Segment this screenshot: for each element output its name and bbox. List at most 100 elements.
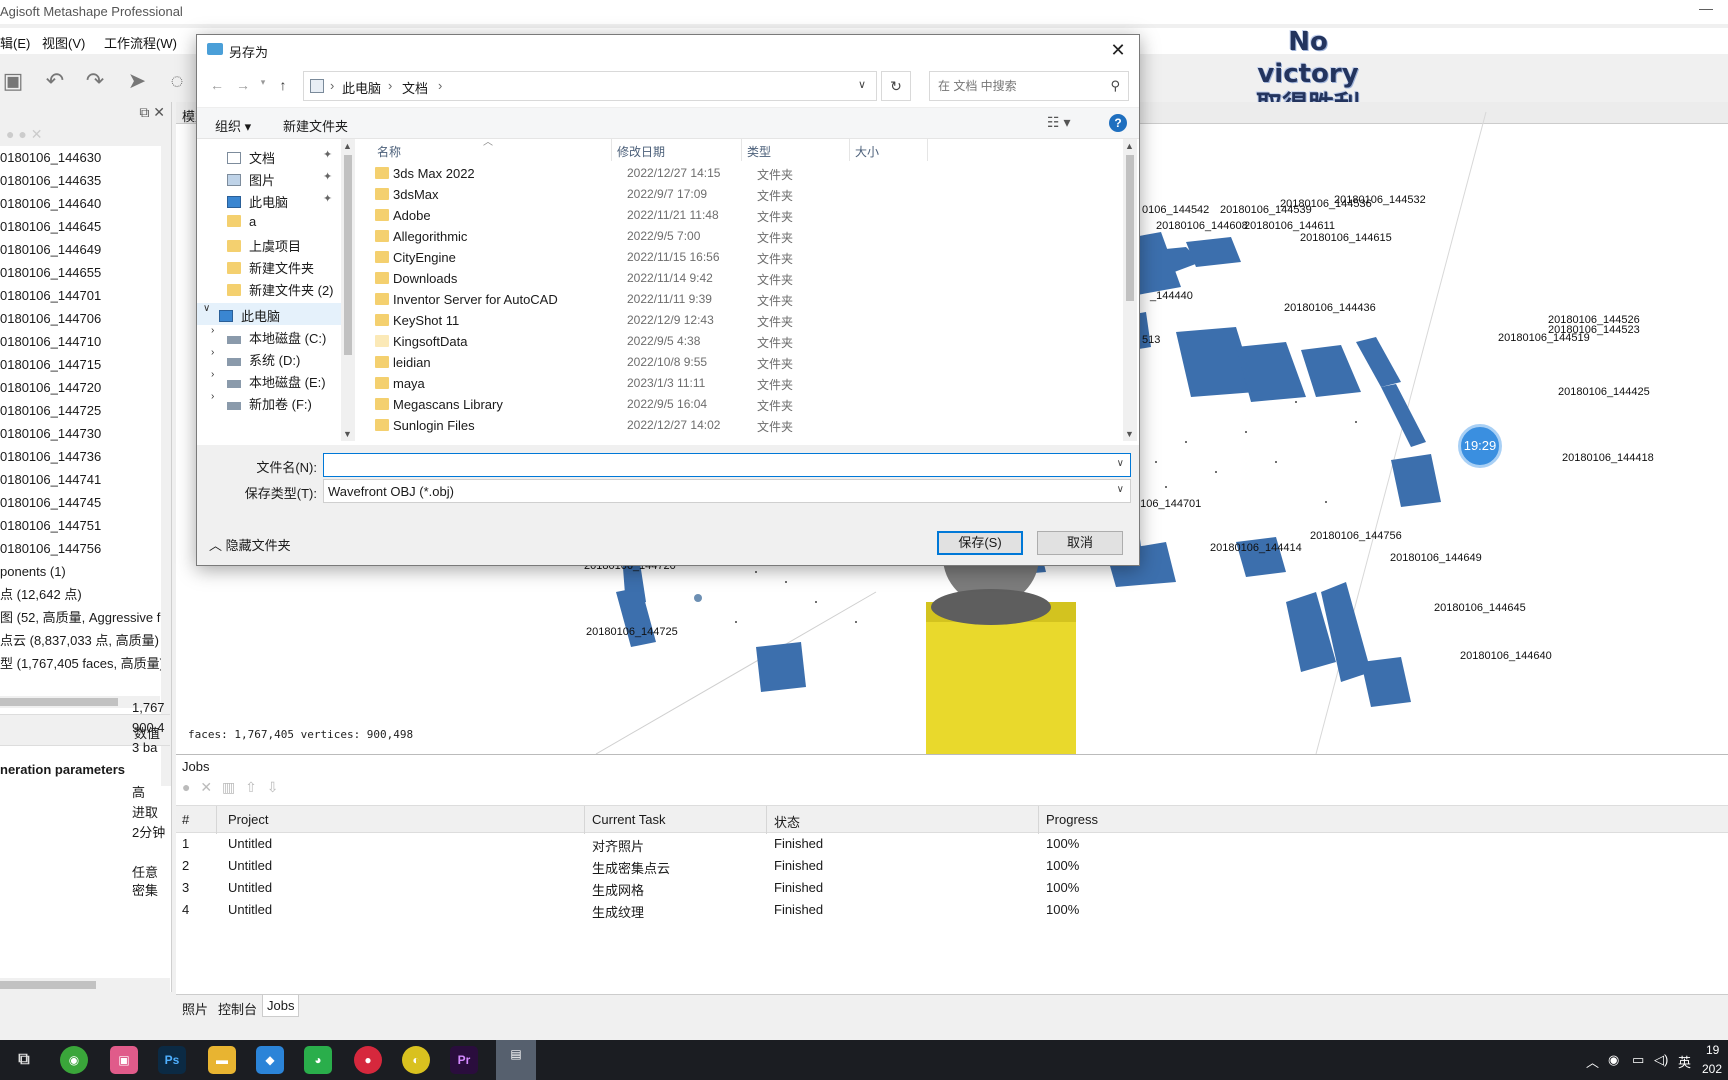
nav-item[interactable]: 文档 ✦ (197, 145, 341, 167)
organize-button[interactable]: 组织 ▾ (215, 116, 251, 135)
workspace-item[interactable]: 0180106_144645 (0, 215, 171, 238)
workspace-item[interactable]: 0180106_144736 (0, 445, 171, 468)
new-folder-button[interactable]: 新建文件夹 (283, 116, 348, 135)
file-row[interactable]: Allegorithmic 2022/9/5 7:00 文件夹 (355, 226, 1123, 247)
nav-item[interactable]: ∨ 此电脑 (197, 303, 341, 325)
clock-bubble[interactable]: 19:29 (1458, 424, 1502, 468)
workspace-item[interactable]: 0180106_144745 (0, 491, 171, 514)
file-row[interactable]: 3dsMax 2022/9/7 17:09 文件夹 (355, 184, 1123, 205)
col-status[interactable]: 状态 (774, 812, 800, 831)
table-row[interactable]: 1 Untitled 对齐照片 Finished 100% (176, 833, 1728, 855)
scroll-down-icon[interactable]: ▼ (1125, 429, 1134, 439)
chevron-down-icon[interactable]: ∨ (1117, 484, 1124, 495)
nav-item[interactable]: › 系统 (D:) (197, 347, 341, 369)
hide-folders-toggle[interactable]: ︿ 隐藏文件夹 (209, 535, 291, 554)
table-row[interactable]: 4 Untitled 生成纹理 Finished 100% (176, 899, 1728, 921)
redo-icon[interactable]: ↷ (82, 68, 108, 94)
close-icon[interactable]: ✕ (1103, 37, 1133, 63)
file-explorer-icon[interactable]: ▬ (208, 1046, 236, 1074)
scroll-down-icon[interactable]: ▼ (343, 429, 352, 439)
file-row[interactable]: Sunlogin Files 2022/12/27 14:02 文件夹 (355, 415, 1123, 436)
file-row[interactable]: Downloads 2022/11/14 9:42 文件夹 (355, 268, 1123, 289)
metashape-taskbar-icon[interactable]: ▤ (496, 1040, 536, 1080)
col-index[interactable]: # (182, 812, 189, 827)
file-row[interactable]: KeyShot 11 2022/12/9 12:43 文件夹 (355, 310, 1123, 331)
workspace-item[interactable]: 0180106_144630 (0, 146, 171, 169)
volume-icon[interactable]: ◁) (1654, 1052, 1668, 1068)
tray-chevron-icon[interactable]: ︿ (1586, 1052, 1599, 1071)
address-bar[interactable]: › 此电脑 › 文档 › ∨ (303, 71, 877, 101)
col-progress[interactable]: Progress (1046, 812, 1098, 827)
refresh-icon[interactable]: ↻ (881, 71, 911, 101)
pointer-icon[interactable]: ➤ (124, 68, 150, 94)
chevron-right-icon[interactable]: › (211, 391, 214, 402)
wechat-icon[interactable]: ◕ (304, 1046, 332, 1074)
workspace-scrollbar[interactable] (161, 146, 171, 786)
file-row[interactable]: leidian 2022/10/8 9:55 文件夹 (355, 352, 1123, 373)
app-icon-red[interactable]: ● (354, 1046, 382, 1074)
nav-item[interactable]: › 本地磁盘 (E:) (197, 369, 341, 391)
scroll-up-icon[interactable]: ▲ (1125, 141, 1134, 151)
workspace-item[interactable]: 0180106_144701 (0, 284, 171, 307)
save-button[interactable]: 保存(S) (937, 531, 1023, 555)
start-job-icon[interactable]: ● (182, 779, 190, 795)
nav-item[interactable]: 图片 ✦ (197, 167, 341, 189)
workspace-item[interactable]: 0180106_144706 (0, 307, 171, 330)
chevron-right-icon[interactable]: › (211, 325, 214, 336)
cancel-job-icon[interactable]: ✕ (200, 779, 212, 795)
pin-icon[interactable]: ✦ (323, 170, 332, 183)
workspace-item[interactable]: 0180106_144751 (0, 514, 171, 537)
workspace-item[interactable]: 0180106_144715 (0, 353, 171, 376)
premiere-icon[interactable]: Pr (450, 1046, 478, 1074)
properties-hscrollbar[interactable] (0, 978, 170, 992)
nav-item[interactable]: 新建文件夹 (2) (197, 277, 341, 299)
app-icon-yellow[interactable]: ◐ (402, 1046, 430, 1074)
file-row[interactable]: KingsoftData 2022/9/5 4:38 文件夹 (355, 331, 1123, 352)
filename-input[interactable] (324, 454, 1104, 476)
tab-console[interactable]: 控制台 (218, 999, 257, 1018)
network-icon[interactable]: ▭ (1632, 1052, 1644, 1068)
tray-clock[interactable]: 19 (1706, 1043, 1719, 1057)
search-input[interactable] (930, 72, 1100, 100)
move-down-icon[interactable]: ⇩ (267, 779, 279, 795)
nav-item[interactable]: 上虞项目 (197, 233, 341, 255)
tab-photos[interactable]: 照片 (182, 999, 208, 1018)
app-icon-blue[interactable]: ◆ (256, 1046, 284, 1074)
workspace-item[interactable]: 0180106_144640 (0, 192, 171, 215)
table-row[interactable]: 2 Untitled 生成密集点云 Finished 100% (176, 855, 1728, 877)
table-row[interactable]: 3 Untitled 生成网格 Finished 100% (176, 877, 1728, 899)
chevron-down-icon[interactable]: ∨ (203, 303, 210, 314)
pin-icon[interactable]: ✦ (323, 192, 332, 205)
back-arrow-icon[interactable]: ← (207, 77, 227, 97)
file-list-scrollbar[interactable]: ▲ ▼ (1123, 139, 1137, 441)
col-project[interactable]: Project (228, 812, 268, 827)
tray-app-icon[interactable]: ◉ (1608, 1052, 1619, 1068)
workspace-item[interactable]: 0180106_144655 (0, 261, 171, 284)
tab-jobs[interactable]: Jobs (262, 995, 300, 1017)
file-row[interactable]: Megascans Library 2022/9/5 16:04 文件夹 (355, 394, 1123, 415)
col-type[interactable]: 类型 (747, 143, 771, 160)
task-view-icon[interactable]: ⧉ (10, 1046, 38, 1074)
nav-item[interactable]: 新建文件夹 (197, 255, 341, 277)
menu-edit[interactable]: 辑(E) (0, 33, 30, 52)
file-row[interactable]: CityEngine 2022/11/15 16:56 文件夹 (355, 247, 1123, 268)
workspace-item[interactable]: 0180106_144720 (0, 376, 171, 399)
view-options-icon[interactable]: ☷ ▾ (1047, 114, 1070, 131)
ime-indicator[interactable]: 英 (1678, 1052, 1691, 1071)
recent-dropdown-icon[interactable]: ▾ (253, 77, 273, 97)
app-icon-green[interactable]: ◉ (60, 1046, 88, 1074)
workspace-item[interactable]: 0180106_144649 (0, 238, 171, 261)
pin-icon[interactable]: ✦ (323, 148, 332, 161)
menu-workflow[interactable]: 工作流程(W) (104, 33, 177, 52)
app-icon-bilibili[interactable]: ▣ (110, 1046, 138, 1074)
workspace-item[interactable]: 点 (12,642 点) (0, 583, 171, 606)
chevron-down-icon[interactable]: ∨ (1117, 458, 1124, 469)
scroll-up-icon[interactable]: ▲ (343, 141, 352, 151)
forward-arrow-icon[interactable]: → (233, 77, 253, 97)
col-size[interactable]: 大小 (855, 143, 879, 160)
file-row[interactable]: Adobe 2022/11/21 11:48 文件夹 (355, 205, 1123, 226)
chevron-right-icon[interactable]: › (211, 369, 214, 380)
filetype-select[interactable]: Wavefront OBJ (*.obj) ∨ (323, 479, 1131, 503)
search-icon[interactable]: ⚲ (1110, 78, 1120, 94)
delete-job-icon[interactable]: ▥ (222, 779, 235, 795)
